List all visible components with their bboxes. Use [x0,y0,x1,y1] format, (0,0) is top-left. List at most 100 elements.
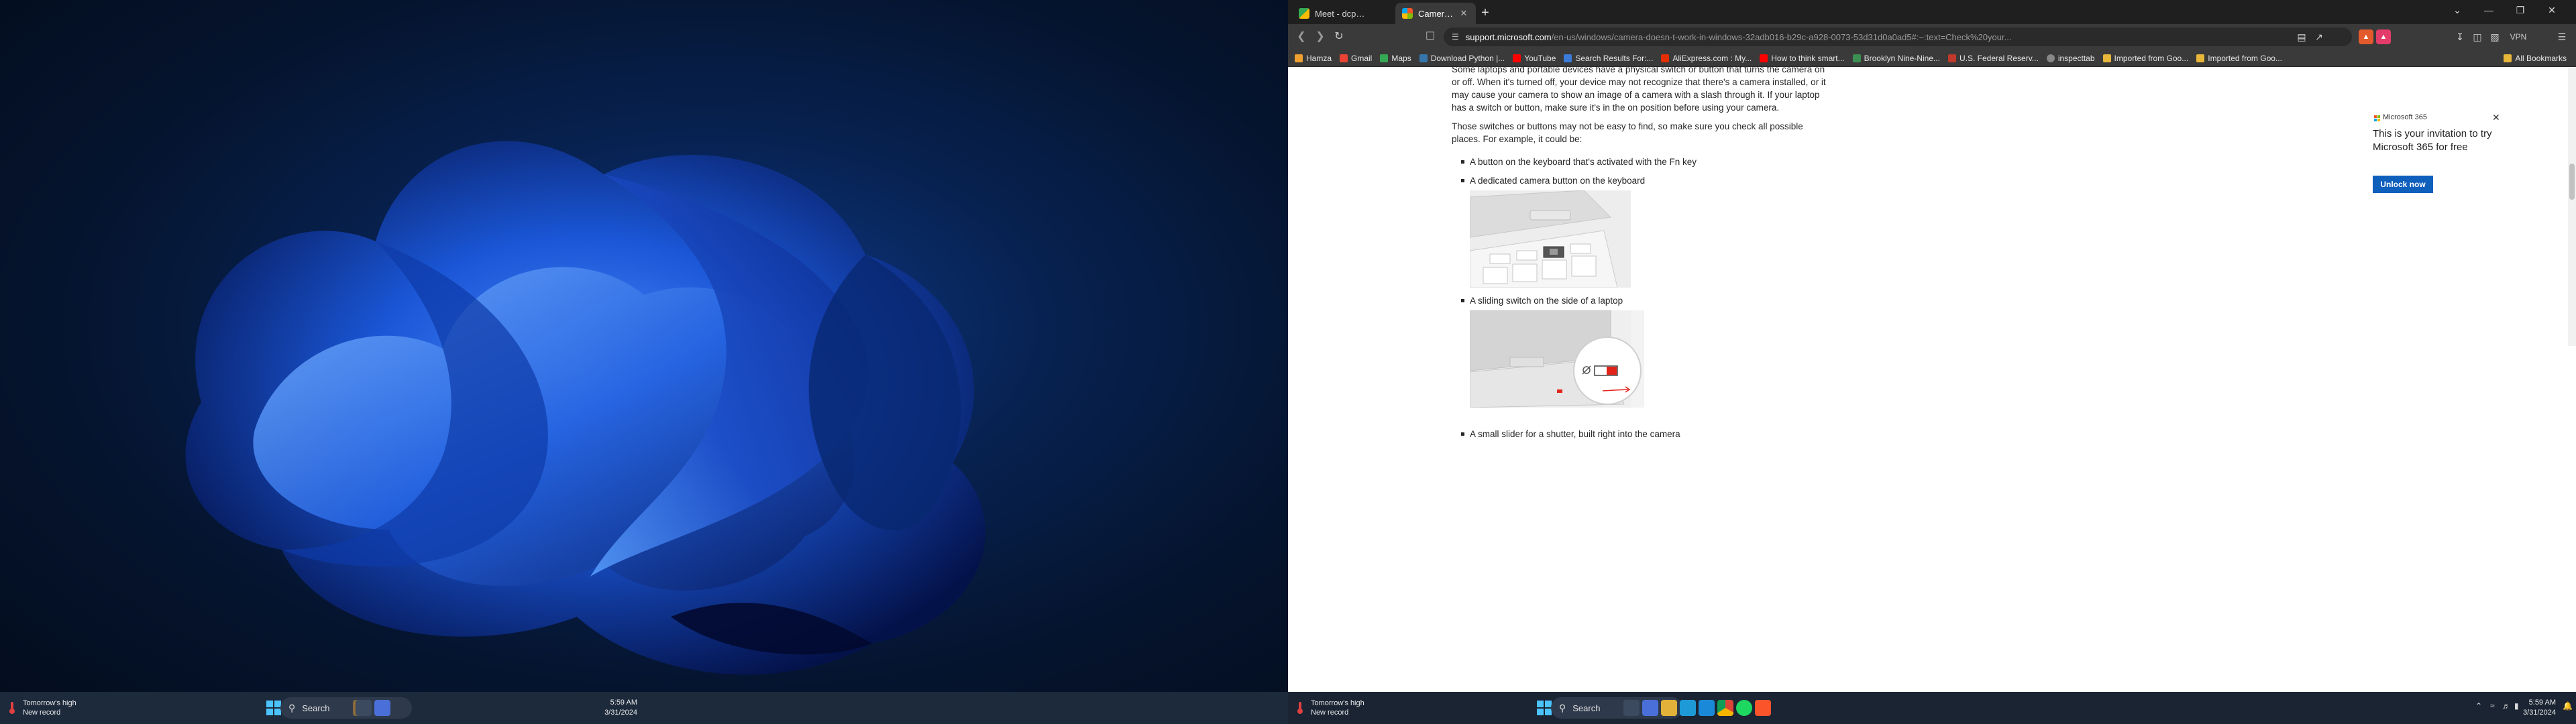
spotify-icon[interactable] [1736,700,1752,716]
laptop-side-switch-illustration [1470,310,1644,408]
unlock-now-button[interactable]: Unlock now [2373,176,2433,193]
maximize-button[interactable]: ❐ [2505,0,2536,20]
maps-icon [1380,54,1389,62]
show-hidden-icons-icon[interactable]: ⌃ [2475,701,2482,711]
window-close-button[interactable]: ✕ [2536,0,2567,20]
windows-start-icon[interactable] [266,700,282,716]
tab-meet[interactable]: Meet - dcp-zykj-rat [1292,3,1373,24]
dual-monitor-desktop: Tomorrow's high New record ⚲ Search 5:59… [0,0,2576,724]
url-path: /en-us/windows/camera-doesn-t-work-in-wi… [1551,32,2012,42]
browser-tabstrip: Meet - dcp-zykj-rat Camera doesn't work … [1288,0,2576,24]
vpn-label: VPN [2510,32,2527,42]
brave-icon[interactable] [1755,700,1771,716]
forward-button[interactable]: ❯ [1312,29,1328,45]
bookmark-favicon-icon [1852,54,1861,62]
battery-icon[interactable]: ▮ [2514,701,2519,711]
gmail-icon [1340,54,1348,62]
brave-shields-icon[interactable]: ▲ [2359,29,2373,44]
notifications-icon[interactable]: 🔔 [2563,701,2573,711]
bookmark-folder[interactable]: Imported from Goo... [2192,51,2286,66]
store-icon[interactable] [1699,700,1715,716]
task-view-icon[interactable] [1623,700,1640,716]
folder-icon [2102,54,2111,62]
scrollbar-thumb[interactable] [2569,164,2575,200]
thermometer-icon [9,702,15,714]
left-clock[interactable]: 5:59 AM 3/31/2024 [604,698,637,718]
taskbar-search[interactable]: ⚲ Search [280,697,412,719]
wallet-icon[interactable]: ▧ [2487,29,2502,44]
youtube-icon [1760,54,1768,62]
address-bar[interactable]: ☰ support.microsoft.com /en-us/windows/c… [1444,27,2352,46]
windows-bloom-wallpaper [185,141,985,675]
close-icon[interactable]: ✕ [1458,8,1469,19]
list-item: A dedicated camera button on the keyboar… [1452,174,1827,187]
file-explorer-icon[interactable] [1661,700,1677,716]
downloads-icon[interactable]: ↧ [2453,29,2467,44]
minimize-button[interactable]: — [2473,0,2504,20]
article-paragraph: Those switches or buttons may not be eas… [1452,121,1803,144]
left-taskbar: Tomorrow's high New record ⚲ Search 5:59… [0,692,1288,724]
teams-icon[interactable] [1642,700,1658,716]
close-icon[interactable]: ✕ [2492,112,2500,123]
page-scrollbar[interactable] [2568,67,2576,346]
bookmark-item[interactable]: Hamza [1291,51,1336,66]
chrome-icon[interactable] [1717,700,1733,716]
bookmark-item[interactable]: Maps [1376,51,1415,66]
keyboard-camera-button-illustration [1470,190,1631,288]
reader-mode-icon[interactable]: ▤ [2294,29,2309,44]
promo-headline: This is your invitation to try Microsoft… [2373,128,2492,153]
clock-date: 3/31/2024 [2523,709,2556,717]
tab-camera-support[interactable]: Camera doesn't work in Windo... ✕ [1395,3,1476,24]
python-icon [1419,54,1428,62]
bookmark-item[interactable]: U.S. Federal Reserv... [1944,51,2043,66]
back-button[interactable]: ❮ [1293,29,1309,45]
sidebar-icon[interactable]: ◫ [2470,29,2485,44]
all-bookmarks-folder[interactable]: All Bookmarks [2500,51,2571,66]
search-label: Search [1572,703,1601,713]
new-tab-button[interactable]: + [1477,5,1493,21]
left-monitor: Tomorrow's high New record ⚲ Search 5:59… [0,0,1288,724]
bookmark-item[interactable]: inspecttab [2043,51,2099,66]
vpn-button[interactable]: VPN [2505,29,2532,44]
brave-rewards-icon[interactable]: ▲ [2376,29,2391,44]
teams-icon[interactable] [374,700,390,716]
wifi-icon[interactable]: ≈ [2490,701,2495,711]
article-body: Some laptops and portable devices have a… [1452,63,1827,444]
folder-icon [2504,54,2512,62]
right-clock[interactable]: 5:59 AM 3/31/2024 [2522,698,2556,718]
thermometer-icon [1297,702,1303,714]
microsoft-icon [1402,8,1413,19]
reload-button[interactable]: ↻ [1331,29,1347,45]
tab-title: Meet - dcp-zykj-rat [1315,8,1366,19]
tab-title: Camera doesn't work in Windo... [1418,8,1454,19]
browser-toolbar: ❮ ❯ ↻ ☐ ☰ support.microsoft.com /en-us/w… [1288,24,2576,50]
clock-date: 3/31/2024 [604,709,637,717]
windows-start-icon[interactable] [1536,700,1552,716]
bookmark-item[interactable]: Brooklyn Nine-Nine... [1849,51,1944,66]
weather-widget[interactable]: Tomorrow's high New record [7,697,76,719]
clock-time: 5:59 AM [610,699,637,707]
bookmark-this-tab-icon[interactable]: ☐ [1422,29,1438,45]
web-page: Some laptops and portable devices have a… [1288,64,2576,439]
list-item: A small slider for a shutter, built righ… [1452,428,1827,440]
bookmark-folder[interactable]: Imported from Goo... [2099,51,2193,66]
weather-title: Tomorrow's high [23,699,76,707]
bookmark-favicon-icon [1295,54,1303,62]
microsoft-365-promo: Microsoft 365 ✕ This is your invitation … [2373,112,2567,215]
tab-search-icon[interactable]: ⌄ [2442,0,2473,20]
list-item: A button on the keyboard that's activate… [1452,156,1827,168]
share-icon[interactable]: ↗ [2312,29,2326,44]
globe-icon [2046,54,2055,62]
task-view-icon[interactable] [356,700,372,716]
search-icon: ⚲ [288,702,296,713]
promo-brand: Microsoft 365 [2383,113,2428,121]
aliexpress-icon [1661,54,1670,62]
list-item: A sliding switch on the side of a laptop [1452,294,1827,307]
weather-widget[interactable]: Tomorrow's high New record [1295,697,1364,719]
edge-icon[interactable] [1680,700,1696,716]
bookmark-item[interactable]: Gmail [1336,51,1376,66]
url-domain: support.microsoft.com [1465,32,1552,42]
menu-icon[interactable]: ☰ [2555,29,2569,44]
volume-icon[interactable]: ♬ [2502,701,2510,711]
folder-icon [2196,54,2205,62]
